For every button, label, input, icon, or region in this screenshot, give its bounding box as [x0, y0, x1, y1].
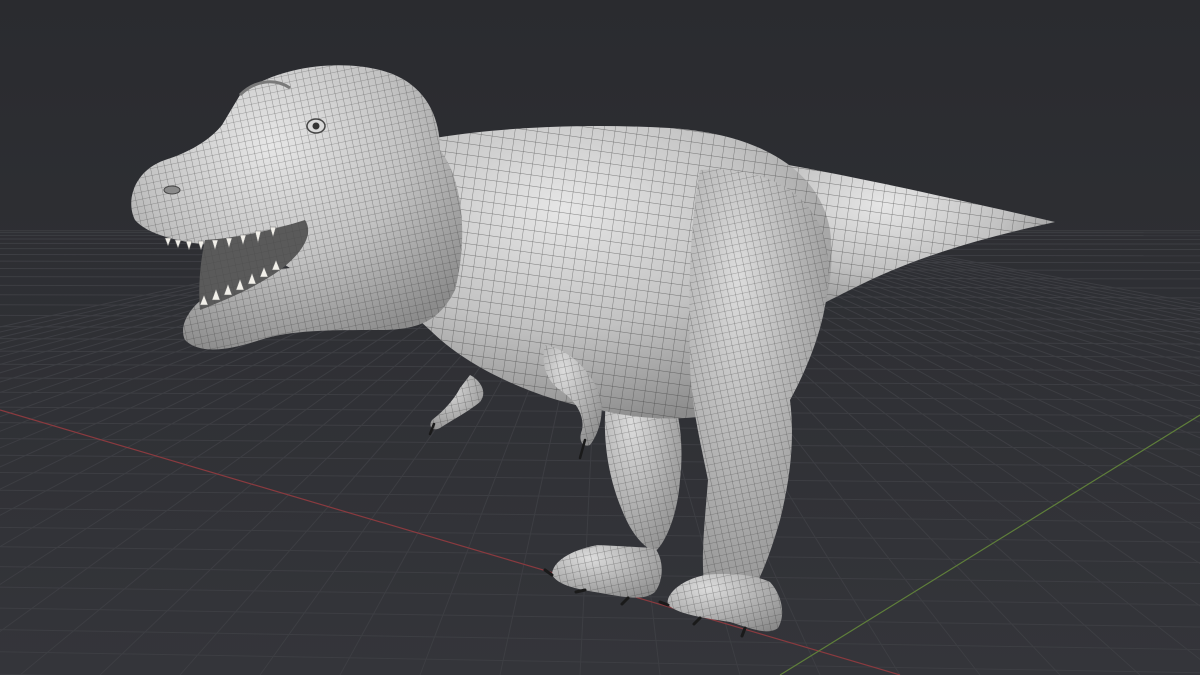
nostril	[163, 185, 181, 195]
viewport-canvas[interactable]	[0, 0, 1200, 675]
3d-viewport[interactable]	[0, 0, 1200, 675]
